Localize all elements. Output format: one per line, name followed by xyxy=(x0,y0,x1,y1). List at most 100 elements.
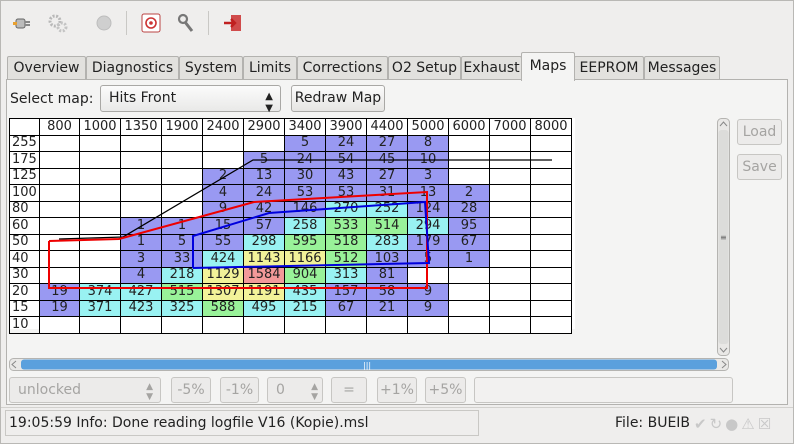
map-cell[interactable]: 53 xyxy=(284,184,326,202)
map-cell[interactable]: 1 xyxy=(448,250,490,268)
map-cell[interactable] xyxy=(161,200,203,218)
map-cell[interactable]: 1129 xyxy=(202,266,244,284)
map-cell[interactable]: 904 xyxy=(284,266,326,284)
map-cell[interactable]: 294 xyxy=(407,217,449,235)
map-cell[interactable] xyxy=(243,134,285,152)
map-cell[interactable]: 15 xyxy=(202,217,244,235)
minus-1-button[interactable]: -1% xyxy=(220,377,259,403)
map-cell[interactable] xyxy=(39,184,80,202)
map-cell[interactable]: 19 xyxy=(39,299,80,317)
map-cell[interactable] xyxy=(79,250,121,268)
map-cell[interactable] xyxy=(530,316,572,334)
tab-system[interactable]: System xyxy=(179,56,243,80)
load-button[interactable]: Load xyxy=(737,119,782,145)
map-cell[interactable] xyxy=(407,266,449,284)
map-cell[interactable] xyxy=(489,283,531,301)
map-cell[interactable]: 8 xyxy=(407,134,449,152)
tab-o2-setup[interactable]: O2 Setup xyxy=(388,56,461,80)
map-cell[interactable] xyxy=(530,184,572,202)
map-cell[interactable] xyxy=(243,316,285,334)
map-cell[interactable] xyxy=(489,233,531,251)
tab-exhaust[interactable]: Exhaust xyxy=(461,56,522,80)
map-cell[interactable] xyxy=(448,316,490,334)
map-cell[interactable] xyxy=(530,299,572,317)
map-cell[interactable]: 55 xyxy=(202,233,244,251)
exit-door-icon[interactable] xyxy=(220,9,246,37)
map-cell[interactable]: 5 xyxy=(161,233,203,251)
tab-eeprom[interactable]: EEPROM xyxy=(574,56,644,80)
map-cell[interactable] xyxy=(39,233,80,251)
map-cell[interactable] xyxy=(79,233,121,251)
map-cell[interactable]: 270 xyxy=(325,200,367,218)
map-cell[interactable] xyxy=(530,266,572,284)
map-cell[interactable] xyxy=(79,184,121,202)
map-cell[interactable]: 43 xyxy=(325,167,367,185)
map-cell[interactable]: 13 xyxy=(407,184,449,202)
tab-messages[interactable]: Messages xyxy=(644,56,720,80)
map-cell[interactable]: 53 xyxy=(325,184,367,202)
map-cell[interactable]: 1 xyxy=(120,233,162,251)
map-select[interactable]: Hits Front ▲ ▼ xyxy=(100,85,281,114)
map-cell[interactable]: 1143 xyxy=(243,250,285,268)
map-cell[interactable] xyxy=(120,184,162,202)
map-cell[interactable]: 146 xyxy=(284,200,326,218)
map-cell[interactable] xyxy=(448,283,490,301)
map-cell[interactable]: 9 xyxy=(407,299,449,317)
map-cell[interactable]: 67 xyxy=(325,299,367,317)
map-cell[interactable]: 5 xyxy=(284,134,326,152)
map-cell[interactable]: 54 xyxy=(325,151,367,169)
map-cell[interactable]: 374 xyxy=(79,283,121,301)
map-cell[interactable]: 518 xyxy=(325,233,367,251)
map-cell[interactable] xyxy=(120,316,162,334)
map-cell[interactable] xyxy=(530,283,572,301)
map-cell[interactable]: 5 xyxy=(407,250,449,268)
map-cell[interactable] xyxy=(489,184,531,202)
map-cell[interactable]: 2 xyxy=(448,184,490,202)
map-cell[interactable] xyxy=(489,250,531,268)
horizontal-scrollbar[interactable]: ||| xyxy=(9,358,729,371)
map-cell[interactable]: 21 xyxy=(366,299,408,317)
map-cell[interactable] xyxy=(79,200,121,218)
tab-limits[interactable]: Limits xyxy=(243,56,297,80)
map-cell[interactable] xyxy=(120,134,162,152)
map-cell[interactable] xyxy=(489,200,531,218)
map-cell[interactable]: 1 xyxy=(120,217,162,235)
map-cell[interactable]: 19 xyxy=(39,283,80,301)
map-cell[interactable]: 179 xyxy=(407,233,449,251)
map-cell[interactable] xyxy=(489,134,531,152)
map-cell[interactable]: 427 xyxy=(120,283,162,301)
map-cell[interactable]: 218 xyxy=(161,266,203,284)
map-cell[interactable] xyxy=(284,316,326,334)
map-cell[interactable] xyxy=(79,134,121,152)
map-cell[interactable]: 595 xyxy=(284,233,326,251)
map-cell[interactable]: 24 xyxy=(325,134,367,152)
map-cell[interactable]: 2 xyxy=(202,167,244,185)
map-cell[interactable]: 42 xyxy=(243,200,285,218)
redraw-map-button[interactable]: Redraw Map xyxy=(291,85,385,112)
map-cell[interactable]: 512 xyxy=(325,250,367,268)
map-cell[interactable]: 4 xyxy=(202,184,244,202)
map-cell[interactable] xyxy=(79,266,121,284)
map-cell[interactable]: 28 xyxy=(448,200,490,218)
map-cell[interactable] xyxy=(202,316,244,334)
map-cell[interactable]: 30 xyxy=(284,167,326,185)
map-cell[interactable]: 1191 xyxy=(243,283,285,301)
map-cell[interactable]: 4 xyxy=(120,266,162,284)
map-cell[interactable]: 313 xyxy=(325,266,367,284)
map-cell[interactable]: 514 xyxy=(366,217,408,235)
tab-diagnostics[interactable]: Diagnostics xyxy=(86,56,179,80)
map-cell[interactable] xyxy=(161,167,203,185)
tab-corrections[interactable]: Corrections xyxy=(297,56,388,80)
map-cell[interactable] xyxy=(39,167,80,185)
map-cell[interactable] xyxy=(489,151,531,169)
map-cell[interactable]: 45 xyxy=(366,151,408,169)
map-cell[interactable]: 24 xyxy=(243,184,285,202)
map-cell[interactable]: 5 xyxy=(243,151,285,169)
map-cell[interactable] xyxy=(448,151,490,169)
map-cell[interactable] xyxy=(161,316,203,334)
map-cell[interactable] xyxy=(161,184,203,202)
map-cell[interactable]: 258 xyxy=(284,217,326,235)
map-cell[interactable]: 588 xyxy=(202,299,244,317)
map-cell[interactable] xyxy=(39,266,80,284)
tab-overview[interactable]: Overview xyxy=(7,56,86,80)
